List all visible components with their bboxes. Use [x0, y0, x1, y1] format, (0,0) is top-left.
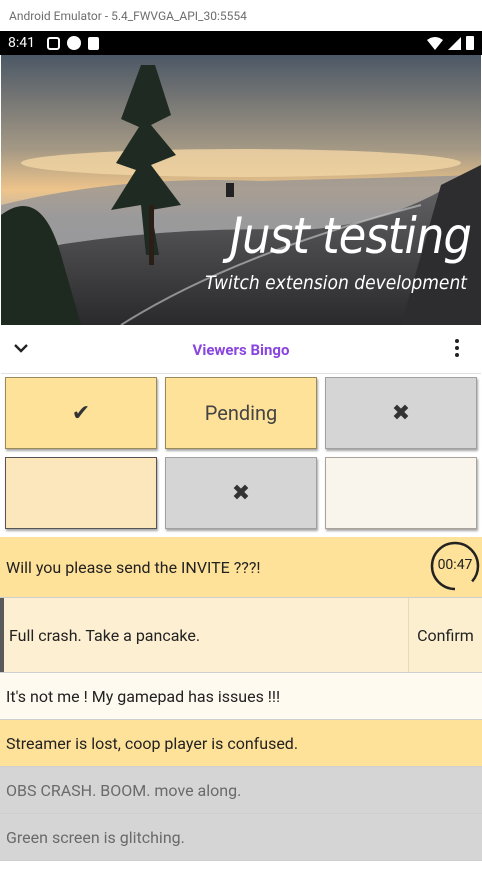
list-item[interactable]: Will you please send the INVITE ???! 00:…	[0, 537, 482, 598]
list-item-text: Full crash. Take a pancake.	[9, 625, 201, 645]
cross-icon: ✖	[391, 400, 411, 426]
bingo-cell-rejected[interactable]: ✖	[325, 377, 477, 449]
list-item-text: Streamer is lost, coop player is confuse…	[6, 733, 299, 753]
more-options-icon[interactable]	[455, 339, 459, 359]
list-item-text: OBS CRASH. BOOM. move along.	[6, 780, 242, 800]
emulator-title-bar: Android Emulator - 5.4_FWVGA_API_30:5554	[0, 0, 482, 31]
sd-card-icon	[88, 36, 99, 50]
bingo-cell-checked[interactable]: ✔	[5, 377, 157, 449]
app-notification-icon	[67, 36, 81, 50]
list-item-text: Will you please send the INVITE ???!	[6, 557, 261, 577]
bingo-cell-pending[interactable]: Pending	[165, 377, 317, 449]
banner-title: Just testing	[229, 207, 472, 265]
app-header: Viewers Bingo	[1, 325, 481, 374]
banner-image: Just testing Twitch extension developmen…	[1, 55, 481, 325]
bingo-cell-rejected[interactable]: ✖	[165, 457, 317, 529]
signal-icon	[448, 36, 461, 50]
page-title: Viewers Bingo	[192, 341, 290, 359]
confirm-button[interactable]: Confirm	[408, 598, 482, 672]
list-item[interactable]: Green screen is glitching.	[0, 814, 482, 861]
battery-icon	[466, 36, 474, 50]
list-item-text: Green screen is glitching.	[6, 827, 185, 847]
twitch-icon	[47, 36, 60, 50]
banner-subtitle: Twitch extension development	[205, 272, 467, 294]
emulator-title: Android Emulator - 5.4_FWVGA_API_30:5554	[9, 8, 247, 23]
bingo-cell-label: Pending	[204, 401, 278, 425]
checkmark-icon: ✔	[71, 400, 91, 426]
bingo-cell-empty[interactable]	[325, 457, 477, 529]
list-item[interactable]: OBS CRASH. BOOM. move along.	[0, 767, 482, 814]
list-item-text: It's not me ! My gamepad has issues !!!	[6, 686, 281, 706]
list-item[interactable]: Full crash. Take a pancake. Confirm	[0, 598, 482, 673]
wifi-icon	[427, 36, 443, 50]
countdown-timer: 00:47	[430, 541, 480, 591]
status-bar: 8:41	[0, 31, 482, 55]
selection-accent	[0, 598, 4, 672]
status-time: 8:41	[8, 35, 35, 51]
list-item[interactable]: It's not me ! My gamepad has issues !!!	[0, 673, 482, 720]
timer-value: 00:47	[437, 557, 473, 573]
cross-icon: ✖	[231, 480, 251, 506]
bingo-grid: ✔ Pending ✖ ✖	[0, 375, 482, 535]
bingo-cell-empty[interactable]	[5, 457, 157, 529]
list-item[interactable]: Streamer is lost, coop player is confuse…	[0, 720, 482, 767]
